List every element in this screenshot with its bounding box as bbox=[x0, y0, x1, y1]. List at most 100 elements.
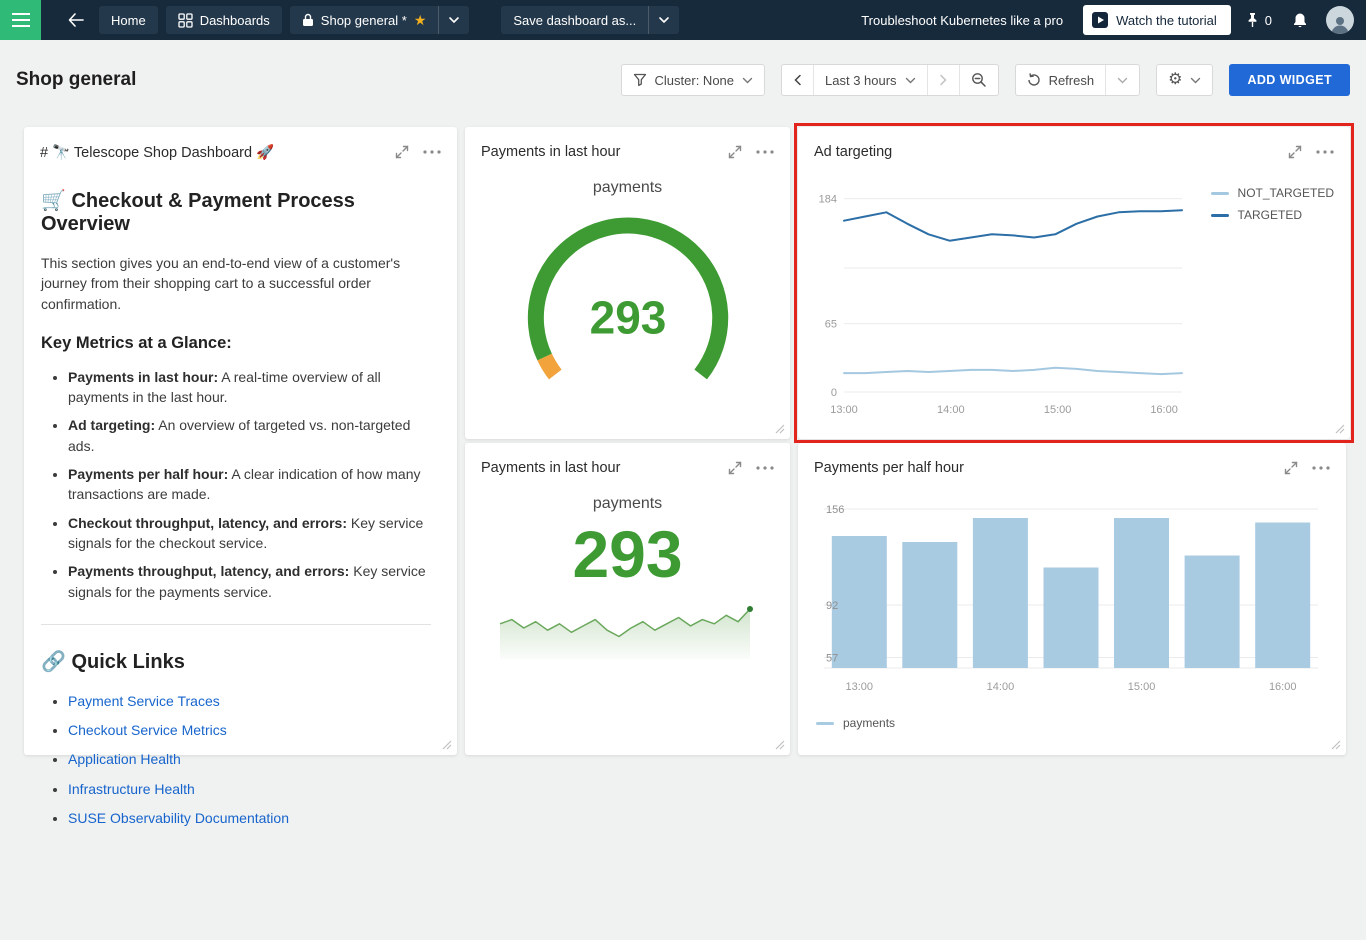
time-forward-button[interactable] bbox=[927, 65, 959, 95]
expand-widget-button[interactable] bbox=[1276, 456, 1306, 480]
page-header: Shop general Cluster: None Last 3 hours bbox=[0, 40, 1366, 120]
hamburger-icon bbox=[12, 13, 30, 27]
dashboard-settings-button[interactable]: ⚙ bbox=[1157, 65, 1212, 95]
refresh-label: Refresh bbox=[1049, 73, 1095, 88]
svg-text:14:00: 14:00 bbox=[987, 681, 1015, 693]
hamburger-menu-button[interactable] bbox=[0, 0, 41, 40]
favorite-star-icon[interactable]: ★ bbox=[414, 13, 427, 27]
expand-widget-button[interactable] bbox=[720, 456, 750, 480]
back-button[interactable] bbox=[61, 6, 91, 34]
payments-gauge-chart: 293 bbox=[478, 199, 778, 411]
home-label: Home bbox=[111, 13, 146, 28]
widget-menu-button[interactable] bbox=[1306, 456, 1336, 480]
legend-item-targeted[interactable]: TARGETED bbox=[1211, 208, 1334, 222]
save-dashboard-as-button[interactable]: Save dashboard as... bbox=[501, 6, 648, 34]
add-widget-button[interactable]: ADD WIDGET bbox=[1229, 64, 1350, 96]
widget-title: Payments in last hour bbox=[481, 144, 620, 160]
legend-label: TARGETED bbox=[1238, 208, 1302, 222]
list-item: Ad targeting: An overview of targeted vs… bbox=[68, 415, 431, 456]
time-range-button[interactable]: Last 3 hours bbox=[813, 65, 927, 95]
dashboards-label: Dashboards bbox=[200, 13, 270, 28]
payments-bar-chart[interactable]: 156925713:0014:0015:0016:00 bbox=[814, 492, 1330, 704]
list-item: Payments throughput, latency, and errors… bbox=[68, 561, 431, 602]
ad-targeting-chart[interactable]: 18465013:0014:0015:0016:00 bbox=[804, 172, 1192, 420]
list-item: Checkout throughput, latency, and errors… bbox=[68, 513, 431, 554]
list-item: Payment Service Traces bbox=[68, 691, 431, 711]
divider bbox=[41, 624, 431, 625]
page-title: Shop general bbox=[16, 69, 136, 91]
overview-heading: 🛒 Checkout & Payment Process Overview bbox=[41, 188, 431, 236]
link-application-health[interactable]: Application Health bbox=[68, 751, 181, 767]
expand-widget-button[interactable] bbox=[1280, 140, 1310, 164]
promo-text: Troubleshoot Kubernetes like a pro bbox=[861, 13, 1063, 28]
cluster-filter-button[interactable]: Cluster: None bbox=[622, 65, 764, 95]
widget-menu-button[interactable] bbox=[417, 140, 447, 164]
notifications-button[interactable] bbox=[1286, 8, 1314, 32]
chart-legend: NOT_TARGETED TARGETED bbox=[1211, 186, 1334, 222]
header-controls: Cluster: None Last 3 hours bbox=[621, 64, 1350, 96]
list-item: Payments per half hour: A clear indicati… bbox=[68, 464, 431, 505]
user-avatar[interactable] bbox=[1326, 6, 1354, 34]
chevron-down-icon bbox=[658, 16, 670, 24]
legend-label[interactable]: payments bbox=[843, 716, 895, 730]
resize-handle[interactable] bbox=[775, 740, 787, 752]
metrics-heading: Key Metrics at a Glance: bbox=[41, 334, 431, 353]
link-suse-observability-docs[interactable]: SUSE Observability Documentation bbox=[68, 810, 289, 826]
top-navigation-bar: Home Dashboards Shop general * ★ Save da… bbox=[0, 0, 1366, 40]
widget-header: # 🔭 Telescope Shop Dashboard 🚀 bbox=[24, 127, 457, 172]
list-item: Checkout Service Metrics bbox=[68, 720, 431, 740]
resize-handle[interactable] bbox=[1335, 424, 1347, 436]
save-dashboard-chevron-button[interactable] bbox=[648, 6, 679, 34]
expand-icon bbox=[727, 144, 743, 160]
link-infrastructure-health[interactable]: Infrastructure Health bbox=[68, 781, 195, 797]
widget-title: Payments per half hour bbox=[814, 460, 964, 476]
save-dashboard-as-label: Save dashboard as... bbox=[513, 13, 636, 28]
pin-icon bbox=[1245, 12, 1260, 28]
widget-menu-button[interactable] bbox=[750, 456, 780, 480]
pinned-items-button[interactable]: 0 bbox=[1239, 8, 1278, 32]
refresh-button[interactable]: Refresh bbox=[1016, 65, 1106, 95]
current-dashboard-button[interactable]: Shop general * ★ bbox=[290, 6, 439, 34]
chart-legend: payments bbox=[798, 704, 1346, 730]
dashboard-selector-chevron-button[interactable] bbox=[438, 6, 469, 34]
widget-payments-per-half-hour: Payments per half hour 156925713:0014:00… bbox=[798, 443, 1346, 755]
watch-tutorial-label: Watch the tutorial bbox=[1116, 13, 1217, 28]
svg-text:184: 184 bbox=[819, 194, 837, 206]
widget-title: Ad targeting bbox=[814, 144, 892, 160]
refresh-chevron-button[interactable] bbox=[1105, 65, 1139, 95]
payments-sparkline-chart[interactable] bbox=[498, 603, 758, 663]
expand-widget-button[interactable] bbox=[720, 140, 750, 164]
svg-text:15:00: 15:00 bbox=[1044, 404, 1072, 416]
legend-item-not-targeted[interactable]: NOT_TARGETED bbox=[1211, 186, 1334, 200]
resize-handle[interactable] bbox=[442, 740, 454, 752]
expand-icon bbox=[727, 460, 743, 476]
widget-menu-button[interactable] bbox=[750, 140, 780, 164]
lock-icon bbox=[302, 13, 314, 27]
expand-icon bbox=[1287, 144, 1303, 160]
widget-payments-big-number: Payments in last hour payments 293 bbox=[465, 443, 790, 755]
svg-text:92: 92 bbox=[826, 600, 838, 612]
gauge-chart-title: payments bbox=[465, 179, 790, 197]
cluster-filter-label: Cluster: None bbox=[655, 73, 734, 88]
widget-title: Payments in last hour bbox=[481, 460, 620, 476]
ellipsis-icon bbox=[423, 150, 441, 154]
widget-menu-button[interactable] bbox=[1310, 140, 1340, 164]
legend-swatch bbox=[1211, 192, 1229, 195]
link-checkout-service-metrics[interactable]: Checkout Service Metrics bbox=[68, 722, 227, 738]
expand-widget-button[interactable] bbox=[387, 140, 417, 164]
resize-handle[interactable] bbox=[1331, 740, 1343, 752]
expand-icon bbox=[394, 144, 410, 160]
time-back-button[interactable] bbox=[782, 65, 813, 95]
big-number-chart-title: payments bbox=[465, 495, 790, 513]
zoom-out-time-button[interactable] bbox=[959, 65, 998, 95]
ad-targeting-body: 18465013:0014:0015:0016:00 NOT_TARGETED … bbox=[798, 172, 1350, 420]
resize-handle[interactable] bbox=[775, 424, 787, 436]
cluster-filter-group: Cluster: None bbox=[621, 64, 765, 96]
ellipsis-icon bbox=[1312, 466, 1330, 470]
widget-header: Payments per half hour bbox=[798, 443, 1346, 488]
svg-text:57: 57 bbox=[826, 653, 838, 665]
watch-tutorial-button[interactable]: Watch the tutorial bbox=[1083, 5, 1231, 35]
link-payment-service-traces[interactable]: Payment Service Traces bbox=[68, 693, 220, 709]
dashboards-button[interactable]: Dashboards bbox=[166, 6, 282, 34]
home-button[interactable]: Home bbox=[99, 6, 158, 34]
